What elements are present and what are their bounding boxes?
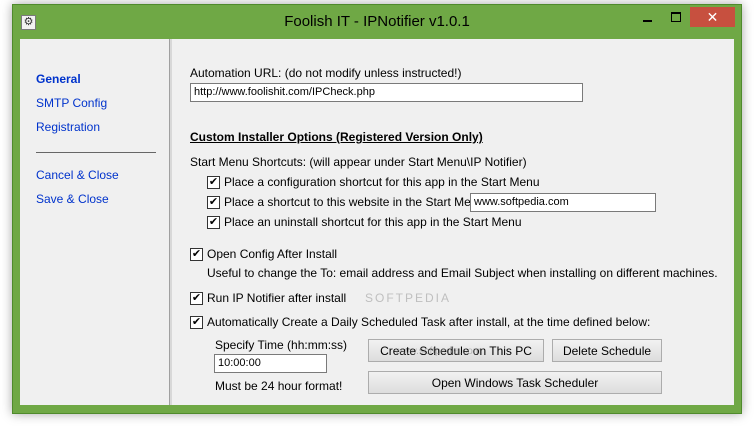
window-title: Foolish IT - IPNotifier v1.0.1 — [284, 13, 470, 30]
shortcut-uninstall-label: Place an uninstall shortcut for this app… — [224, 215, 522, 229]
shortcut-website-checkbox[interactable]: ✔ — [207, 195, 220, 209]
nav-divider — [36, 152, 156, 153]
automation-url-label: Automation URL: (do not modify unless in… — [190, 66, 462, 80]
open-scheduler-button[interactable]: Open Windows Task Scheduler — [368, 371, 662, 394]
nav-registration[interactable]: Registration — [36, 120, 100, 134]
maximize-button[interactable] — [662, 7, 690, 27]
auto-task-checkbox[interactable]: ✔ — [190, 315, 203, 329]
cancel-close-link[interactable]: Cancel & Close — [36, 168, 119, 182]
minimize-icon — [642, 20, 652, 22]
run-after-row[interactable]: ✔ Run IP Notifier after install — [190, 291, 346, 305]
watermark: SOFTPEDIA — [365, 291, 452, 305]
app-window: ⚙ Foolish IT - IPNotifier v1.0.1 ✕ Gener… — [12, 4, 742, 414]
open-config-label: Open Config After Install — [207, 247, 338, 261]
start-menu-label: Start Menu Shortcuts: (will appear under… — [190, 155, 527, 169]
shortcut-website-label: Place a shortcut to this website in the … — [224, 195, 488, 209]
time-field[interactable]: 10:00:00 — [214, 354, 327, 373]
shortcut-website-field[interactable]: www.softpedia.com — [470, 193, 656, 212]
watermark-url: www.softpedia.com — [395, 346, 482, 357]
panel-divider — [169, 39, 172, 405]
shortcut-config-row[interactable]: ✔ Place a configuration shortcut for thi… — [207, 175, 540, 189]
shortcut-website-row[interactable]: ✔ Place a shortcut to this website in th… — [207, 195, 487, 209]
time-format-hint: Must be 24 hour format! — [215, 379, 343, 393]
auto-task-row[interactable]: ✔ Automatically Create a Daily Scheduled… — [190, 315, 650, 329]
open-config-checkbox[interactable]: ✔ — [190, 247, 203, 261]
shortcut-uninstall-checkbox[interactable]: ✔ — [207, 215, 220, 229]
run-after-checkbox[interactable]: ✔ — [190, 291, 203, 305]
nav-smtp-config[interactable]: SMTP Config — [36, 96, 107, 110]
open-config-row[interactable]: ✔ Open Config After Install — [190, 247, 337, 261]
close-button[interactable]: ✕ — [690, 7, 735, 27]
automation-url-field[interactable]: http://www.foolishit.com/IPCheck.php — [190, 83, 583, 102]
minimize-button[interactable] — [633, 7, 661, 27]
custom-options-heading: Custom Installer Options (Registered Ver… — [190, 130, 483, 144]
specify-time-label: Specify Time (hh:mm:ss) — [215, 338, 348, 352]
delete-schedule-button[interactable]: Delete Schedule — [552, 339, 662, 362]
open-config-hint: Useful to change the To: email address a… — [207, 266, 718, 280]
nav-general[interactable]: General — [36, 72, 81, 86]
run-after-label: Run IP Notifier after install — [207, 291, 347, 305]
save-close-link[interactable]: Save & Close — [36, 192, 109, 206]
auto-task-label: Automatically Create a Daily Scheduled T… — [207, 315, 651, 329]
maximize-icon — [671, 12, 681, 22]
shortcut-config-checkbox[interactable]: ✔ — [207, 175, 220, 189]
shortcut-uninstall-row[interactable]: ✔ Place an uninstall shortcut for this a… — [207, 215, 522, 229]
client-area: General SMTP Config Registration Cancel … — [20, 39, 734, 405]
title-bar[interactable]: ⚙ Foolish IT - IPNotifier v1.0.1 ✕ — [13, 5, 741, 39]
shortcut-config-label: Place a configuration shortcut for this … — [224, 175, 540, 189]
